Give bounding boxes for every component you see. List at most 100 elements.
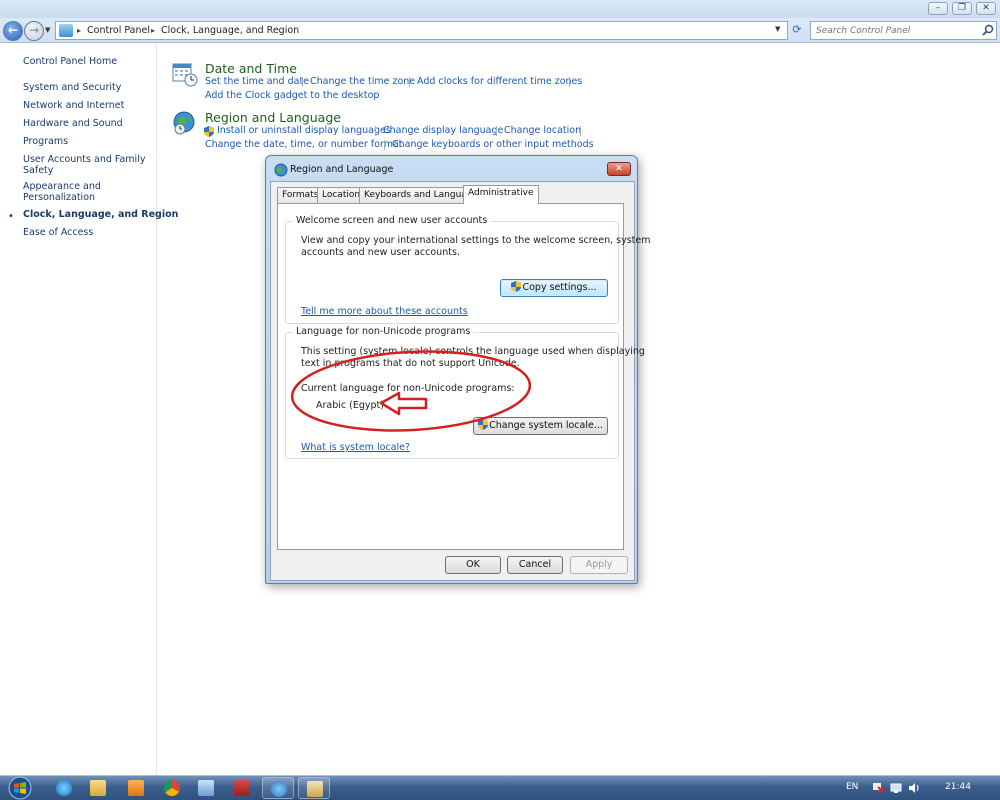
- change-system-locale-label: Change system locale...: [489, 420, 603, 431]
- control-panel-icon: [59, 24, 73, 37]
- breadcrumb-chevron-icon[interactable]: ▸: [151, 26, 155, 35]
- sidebar: Control Panel Home System and Security N…: [0, 44, 178, 775]
- region-language-dialog: Region and Language ✕ Formats Location K…: [265, 155, 650, 584]
- apply-button[interactable]: Apply: [570, 556, 628, 574]
- address-bar[interactable]: ▸ Control Panel ▸ Clock, Language, and R…: [55, 21, 788, 40]
- navigation-bar: ← → ▼ ▸ Control Panel ▸ Clock, Language,…: [0, 18, 1000, 43]
- back-button[interactable]: ←: [3, 21, 23, 41]
- minimize-button[interactable]: –: [928, 2, 948, 15]
- action-center-flag-icon[interactable]: [872, 782, 884, 794]
- link-separator: [384, 140, 385, 150]
- dialog-body: Formats Location Keyboards and Languages…: [270, 181, 650, 581]
- current-language-value: Arabic (Egypt): [316, 400, 384, 411]
- taskbar-access[interactable]: [226, 777, 258, 799]
- link-separator: [375, 126, 376, 136]
- globe-clock-icon[interactable]: [172, 110, 198, 136]
- globe-icon: [271, 781, 287, 797]
- address-dropdown[interactable]: ▼: [775, 25, 780, 33]
- back-arrow-icon: ←: [7, 23, 19, 37]
- copy-settings-label: Copy settings...: [522, 282, 597, 293]
- sidebar-item-hardware-sound[interactable]: Hardware and Sound: [23, 118, 123, 129]
- copy-settings-button[interactable]: Copy settings...: [500, 279, 608, 297]
- dialog-title: Region and Language: [290, 164, 394, 175]
- taskbar-chrome[interactable]: [156, 777, 188, 799]
- taskbar-internet-explorer[interactable]: [48, 777, 80, 799]
- calendar-clock-icon[interactable]: [172, 61, 198, 87]
- breadcrumb-chevron-icon[interactable]: ▸: [77, 26, 81, 35]
- input-language-indicator[interactable]: EN: [846, 782, 858, 792]
- app-icon: [307, 781, 323, 797]
- sidebar-item-home[interactable]: Control Panel Home: [23, 56, 117, 67]
- monitor-icon: [198, 780, 214, 796]
- refresh-icon[interactable]: ⟳: [789, 22, 805, 38]
- uac-shield-icon: [204, 126, 214, 137]
- close-window-button[interactable]: ✕: [976, 2, 996, 15]
- current-page-bullet-icon: •: [8, 211, 14, 222]
- breadcrumb-control-panel[interactable]: Control Panel: [87, 25, 150, 36]
- link-separator: [409, 77, 410, 87]
- network-icon[interactable]: [890, 782, 902, 794]
- window-title-bar: – ❐ ✕: [0, 0, 1000, 18]
- sidebar-item-system-security[interactable]: System and Security: [23, 82, 121, 93]
- change-location-link[interactable]: Change location: [504, 125, 581, 136]
- welcome-description-line2: accounts and new user accounts.: [301, 247, 460, 258]
- change-display-language-link[interactable]: Change display language: [383, 125, 503, 136]
- link-separator: [580, 126, 581, 136]
- search-input[interactable]: [811, 22, 976, 39]
- change-system-locale-button[interactable]: Change system locale...: [473, 417, 608, 435]
- welcome-group-title: Welcome screen and new user accounts: [293, 215, 491, 226]
- search-box: [810, 21, 997, 40]
- cancel-button[interactable]: Cancel: [507, 556, 563, 574]
- uac-shield-icon: [511, 281, 522, 292]
- taskbar-region-control-panel[interactable]: [262, 777, 294, 799]
- welcome-screen-group: Welcome screen and new user accounts Vie…: [285, 215, 650, 324]
- tell-me-more-link[interactable]: Tell me more about these accounts: [301, 306, 468, 317]
- sidebar-item-programs[interactable]: Programs: [23, 136, 68, 147]
- search-icon[interactable]: [982, 24, 994, 36]
- sidebar-item-appearance[interactable]: Appearance and Personalization: [23, 181, 113, 203]
- folder-icon: [90, 780, 106, 796]
- sidebar-item-clock-language-region: Clock, Language, and Region: [23, 209, 179, 220]
- non-unicode-group: Language for non-Unicode programs This s…: [285, 326, 645, 459]
- taskbar-windows-explorer[interactable]: [82, 777, 114, 799]
- breadcrumb-clock-language-region[interactable]: Clock, Language, and Region: [161, 25, 299, 36]
- region-language-dialog-icon: [274, 163, 288, 177]
- uac-shield-icon: [478, 419, 489, 430]
- change-time-zone-link[interactable]: Change the time zone: [310, 76, 415, 87]
- volume-icon[interactable]: [908, 782, 920, 794]
- chrome-icon: [164, 780, 180, 796]
- current-language-label: Current language for non-Unicode program…: [301, 383, 515, 394]
- change-keyboards-link[interactable]: Change keyboards or other input methods: [392, 139, 594, 150]
- sidebar-item-network-internet[interactable]: Network and Internet: [23, 100, 124, 111]
- sidebar-item-user-accounts[interactable]: User Accounts and Family Safety: [23, 154, 148, 176]
- link-separator: [496, 126, 497, 136]
- dialog-close-button[interactable]: ✕: [607, 162, 631, 176]
- forward-button[interactable]: →: [24, 21, 44, 41]
- add-clocks-link[interactable]: Add clocks for different time zones: [417, 76, 582, 87]
- administrative-tab-panel: Welcome screen and new user accounts Vie…: [277, 203, 650, 550]
- change-format-link[interactable]: Change the date, time, or number format: [205, 139, 403, 150]
- start-button[interactable]: [5, 776, 35, 800]
- region-and-language-title[interactable]: Region and Language: [205, 110, 341, 125]
- taskbar-misc-app[interactable]: [298, 777, 330, 799]
- taskbar-media-player[interactable]: [120, 777, 152, 799]
- link-separator: [569, 77, 570, 87]
- tab-administrative[interactable]: Administrative: [463, 185, 539, 204]
- link-separator: [302, 77, 303, 87]
- clock-time[interactable]: 21:44: [945, 782, 971, 792]
- add-clock-gadget-link[interactable]: Add the Clock gadget to the desktop: [205, 90, 379, 101]
- internet-explorer-icon: [56, 780, 72, 796]
- maximize-button[interactable]: ❐: [952, 2, 972, 15]
- non-unicode-description-line2: text in programs that do not support Uni…: [301, 358, 520, 369]
- install-display-languages-link[interactable]: Install or uninstall display languages: [217, 125, 391, 136]
- taskbar-remote-desktop[interactable]: [190, 777, 222, 799]
- sidebar-item-ease-of-access[interactable]: Ease of Access: [23, 227, 93, 238]
- tab-location[interactable]: Location: [317, 187, 366, 203]
- ok-button[interactable]: OK: [445, 556, 501, 574]
- date-and-time-title[interactable]: Date and Time: [205, 61, 297, 76]
- recent-pages-dropdown[interactable]: ▼: [45, 26, 50, 34]
- what-is-system-locale-link[interactable]: What is system locale?: [301, 442, 410, 453]
- non-unicode-description-line1: This setting (system locale) controls th…: [301, 346, 645, 357]
- set-time-date-link[interactable]: Set the time and date: [205, 76, 309, 87]
- welcome-description-line1: View and copy your international setting…: [301, 235, 651, 246]
